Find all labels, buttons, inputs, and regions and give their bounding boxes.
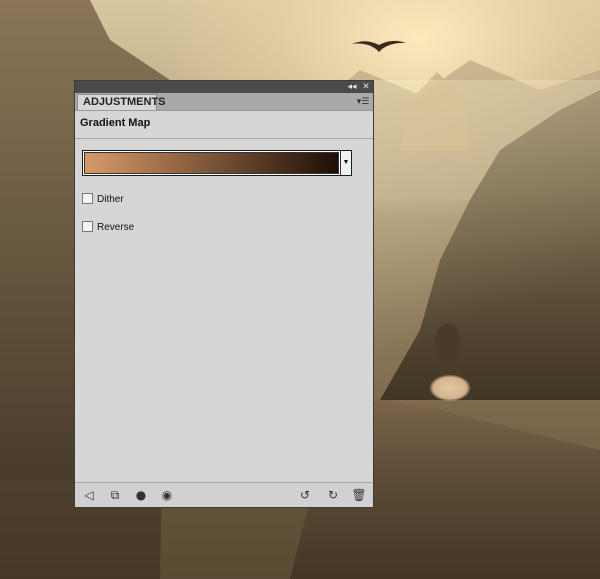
divider [75, 138, 373, 139]
dither-checkbox[interactable] [82, 193, 93, 204]
panel-menu-icon[interactable]: ▾☰ [355, 95, 371, 107]
panel-tabbar: ADJUSTMENTS ▾☰ [75, 93, 373, 111]
panel-titlebar[interactable]: ◂◂ ✕ [75, 81, 373, 93]
toggle-visibility-icon[interactable]: ◉ [159, 487, 175, 503]
collapse-panel-icon[interactable]: ◂◂ [345, 81, 359, 93]
dither-label: Dither [97, 194, 124, 205]
back-arrow-icon[interactable]: ◁ [81, 487, 97, 503]
adjustments-panel: ◂◂ ✕ ADJUSTMENTS ▾☰ Gradient Map ▼ Dithe… [74, 80, 374, 508]
clip-to-layer-icon[interactable]: ⧉ [107, 487, 123, 503]
delete-icon[interactable]: 🗑 [351, 487, 367, 503]
reverse-option[interactable]: Reverse [82, 221, 134, 234]
gradient-picker[interactable]: ▼ [82, 150, 352, 176]
reverse-label: Reverse [97, 222, 135, 233]
close-panel-icon[interactable]: ✕ [359, 81, 373, 93]
dither-option[interactable]: Dither [82, 193, 124, 206]
refresh-icon[interactable]: ↻ [325, 487, 341, 503]
gradient-preview[interactable] [84, 152, 339, 174]
reverse-checkbox[interactable] [82, 221, 93, 232]
panel-footer: ◁ ⧉ ● ◉ ↺ ↻ 🗑 [75, 482, 373, 507]
gradient-dropdown-icon[interactable]: ▼ [340, 151, 351, 175]
eagle-icon [352, 40, 406, 52]
tab-adjustments[interactable]: ADJUSTMENTS [77, 94, 166, 110]
rider-on-horse [418, 318, 478, 428]
view-previous-state-icon[interactable]: ● [133, 487, 149, 503]
adjustment-title: Gradient Map [80, 117, 151, 129]
reset-icon[interactable]: ↺ [297, 487, 313, 503]
